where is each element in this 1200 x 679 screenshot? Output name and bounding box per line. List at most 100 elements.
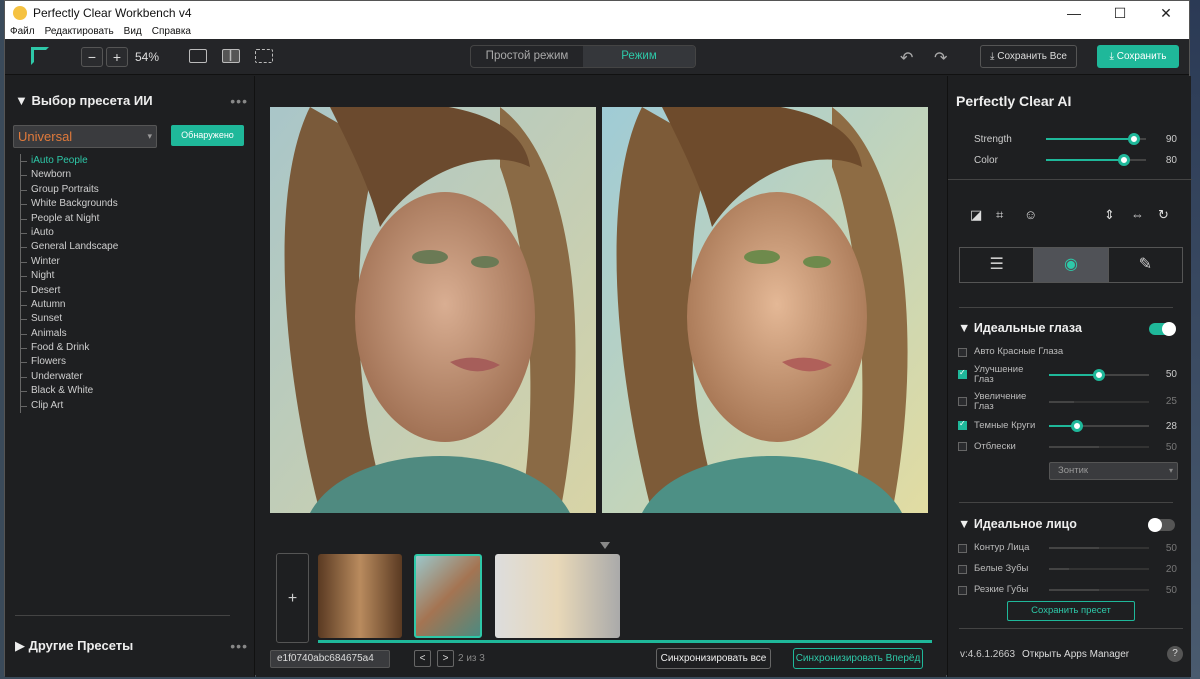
thumbnail-selected[interactable] — [414, 554, 482, 638]
eye-enlarge-label: Увеличение Глаз — [974, 391, 1027, 412]
eye-enhance-knob[interactable] — [1093, 369, 1105, 381]
perfect-face-toggle[interactable] — [1148, 518, 1175, 532]
close-button[interactable]: ✕ — [1143, 1, 1189, 25]
ai-presets-header[interactable]: ▼ Выбор пресета ИИ — [15, 93, 153, 108]
preset-item[interactable]: Flowers — [21, 355, 118, 369]
dark-circles-slider[interactable] — [1049, 420, 1149, 432]
catchlight-slider[interactable] — [1049, 446, 1149, 448]
filmstrip-progress — [318, 640, 932, 643]
other-presets-more-icon[interactable]: ••• — [230, 638, 248, 654]
eye-enlarge-slider[interactable] — [1049, 401, 1149, 403]
ai-tab-icon[interactable]: ◉ — [1034, 248, 1109, 282]
preset-item[interactable]: Black & White — [21, 384, 118, 398]
edit-mode-tab[interactable]: Режим редактирования — [583, 46, 695, 67]
detected-button[interactable]: Обнаружено — [171, 125, 244, 146]
preset-item[interactable]: Group Portraits — [21, 183, 118, 197]
eye-enhance-slider[interactable] — [1049, 369, 1149, 381]
preset-item[interactable]: Food & Drink — [21, 341, 118, 355]
menu-bar: Файл Редактировать Вид Справка — [5, 25, 1189, 39]
rotate-icon[interactable]: ↻ — [1158, 207, 1169, 223]
thumbnail[interactable] — [318, 554, 402, 638]
sharp-lips-slider[interactable] — [1049, 589, 1149, 591]
help-icon[interactable]: ? — [1167, 646, 1183, 662]
preset-item[interactable]: Animals — [21, 327, 118, 341]
simple-mode-tab[interactable]: Простой режим — [471, 46, 583, 67]
preset-item[interactable]: Autumn — [21, 298, 118, 312]
white-teeth-checkbox[interactable] — [958, 565, 967, 574]
divider — [959, 502, 1173, 503]
face-icon[interactable]: ☺ — [1024, 207, 1037, 222]
single-view-icon[interactable] — [189, 49, 207, 63]
preset-item[interactable]: Clip Art — [21, 399, 118, 413]
color-slider[interactable] — [1046, 154, 1146, 166]
ai-presets-more-icon[interactable]: ••• — [230, 93, 248, 109]
face-contour-slider[interactable] — [1049, 547, 1149, 549]
face-contour-checkbox[interactable] — [958, 544, 967, 553]
zoom-in-button[interactable]: + — [106, 47, 128, 67]
red-eye-checkbox[interactable] — [958, 348, 967, 357]
add-image-button[interactable]: + — [276, 553, 309, 643]
thumbnail[interactable] — [495, 554, 620, 638]
catchlight-checkbox[interactable] — [958, 442, 967, 451]
compare-view-icon[interactable] — [255, 49, 273, 63]
maximize-button[interactable]: ☐ — [1097, 1, 1143, 25]
catchlight-value: 50 — [1165, 442, 1177, 453]
file-hash-field[interactable]: e1f0740abc684675a4 — [270, 650, 390, 668]
crop-icon[interactable]: ⌗ — [996, 207, 1003, 223]
flip-horizontal-icon[interactable]: ⇔ — [1131, 207, 1144, 222]
preset-item-iauto-people[interactable]: iAuto People — [21, 154, 118, 168]
menu-help[interactable]: Справка — [147, 25, 196, 39]
eye-enlarge-checkbox[interactable] — [958, 397, 967, 406]
preset-item[interactable]: Winter — [21, 255, 118, 269]
redo-icon[interactable]: ↷ — [934, 48, 947, 68]
after-photo[interactable] — [602, 107, 928, 513]
catchlight-label: Отблески — [974, 441, 1016, 452]
sync-forward-button[interactable]: Синхронизировать Вперёд — [793, 648, 923, 669]
strength-slider[interactable] — [1046, 133, 1146, 145]
preset-dropdown[interactable]: Universal — [13, 125, 157, 148]
preset-item[interactable]: General Landscape — [21, 240, 118, 254]
preset-item[interactable]: Sunset — [21, 312, 118, 326]
save-all-button[interactable]: ⤓ Сохранить Все — [980, 45, 1077, 68]
sync-all-button[interactable]: Синхронизировать все — [656, 648, 771, 669]
color-knob[interactable] — [1118, 154, 1130, 166]
undo-icon[interactable]: ↶ — [900, 48, 913, 68]
before-photo[interactable] — [270, 107, 596, 513]
save-preset-button[interactable]: Сохранить пресет — [1007, 601, 1135, 621]
preset-item[interactable]: Night — [21, 269, 118, 283]
creative-tab-icon[interactable]: ✎ — [1109, 248, 1182, 282]
menu-file[interactable]: Файл — [5, 25, 40, 39]
dark-circles-checkbox[interactable] — [958, 419, 967, 430]
menu-view[interactable]: Вид — [119, 25, 147, 39]
minimize-button[interactable]: — — [1051, 1, 1097, 25]
preset-item[interactable]: Desert — [21, 284, 118, 298]
catchlight-select[interactable]: Зонтик — [1049, 462, 1178, 480]
mode-switch: Простой режим Режим редактирования — [470, 45, 696, 68]
next-button[interactable]: > — [437, 650, 454, 667]
prev-button[interactable]: < — [414, 650, 431, 667]
sliders-tab-icon[interactable]: ☰ — [960, 248, 1035, 282]
curves-icon[interactable]: ◪ — [970, 207, 982, 223]
preview-area: + e1f0740abc684675a4 < > 2 из 3 Синхрони… — [256, 76, 946, 677]
window-title: Perfectly Clear Workbench v4 — [33, 6, 192, 20]
white-teeth-slider[interactable] — [1049, 568, 1149, 570]
split-view-icon[interactable] — [222, 49, 240, 63]
eye-enhance-checkbox[interactable] — [958, 368, 967, 379]
preset-item[interactable]: iAuto — [21, 226, 118, 240]
flip-vertical-icon[interactable]: ⇕ — [1104, 207, 1115, 223]
zoom-out-button[interactable]: − — [81, 47, 103, 67]
perfect-eyes-header[interactable]: ▼ Идеальные глаза — [958, 321, 1082, 335]
preset-item[interactable]: People at Night — [21, 212, 118, 226]
apps-manager-link[interactable]: Открыть Apps Manager — [1022, 649, 1129, 660]
save-button[interactable]: ⤓ Сохранить — [1097, 45, 1179, 68]
menu-edit[interactable]: Редактировать — [40, 25, 119, 39]
preset-item[interactable]: White Backgrounds — [21, 197, 118, 211]
other-presets-header[interactable]: ▶ Другие Пресеты — [15, 638, 133, 654]
perfect-face-header[interactable]: ▼ Идеальное лицо — [958, 517, 1077, 531]
preset-item[interactable]: Underwater — [21, 370, 118, 384]
dark-circles-knob[interactable] — [1071, 420, 1083, 432]
perfect-eyes-toggle[interactable] — [1149, 322, 1176, 336]
sharp-lips-checkbox[interactable] — [958, 586, 967, 595]
strength-knob[interactable] — [1128, 133, 1140, 145]
preset-item[interactable]: Newborn — [21, 168, 118, 182]
